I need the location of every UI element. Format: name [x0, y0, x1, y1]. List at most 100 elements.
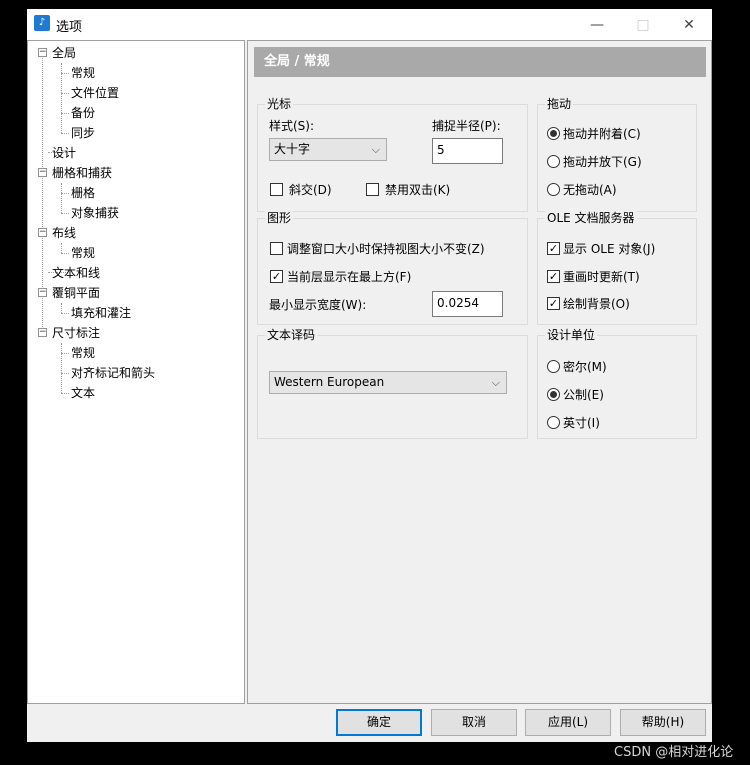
cursor-group: 光标 样式(S): 大十字 ⌵ 捕捉半径(P): 5 斜交(D) 禁用双击(K)	[257, 97, 528, 212]
collapse-icon[interactable]: −	[38, 228, 47, 237]
tree-connector	[61, 113, 69, 114]
unit-mils-radio[interactable]	[547, 360, 560, 373]
tree-connector	[61, 253, 69, 254]
check-icon: ✓	[548, 297, 559, 310]
tree-item-sync[interactable]: 同步	[71, 125, 95, 141]
collapse-icon[interactable]: −	[38, 168, 47, 177]
maximize-icon: □	[636, 16, 650, 33]
unit-inches-radio[interactable]	[547, 416, 560, 429]
no-drag-radio[interactable]	[547, 183, 560, 196]
tree-connector	[61, 183, 62, 213]
tree-item-dim-text[interactable]: 文本	[71, 385, 95, 401]
design-units-group-title: 设计单位	[545, 328, 598, 342]
tree-item-backup[interactable]: 备份	[71, 105, 95, 121]
tree-item-text-lines[interactable]: 文本和线	[52, 265, 100, 281]
ok-button[interactable]: 确定	[336, 709, 422, 736]
diagonal-checkbox[interactable]	[270, 183, 283, 196]
chevron-down-icon: ⌵	[371, 143, 380, 156]
collapse-icon[interactable]: −	[38, 328, 47, 337]
drag-drop-label[interactable]: 拖动并放下(G)	[563, 155, 642, 169]
ole-group-title: OLE 文档服务器	[545, 211, 637, 225]
tree-item-file-locations[interactable]: 文件位置	[71, 85, 119, 101]
minimize-icon: —	[590, 16, 604, 33]
text-encoding-value: Western European	[274, 375, 385, 389]
disable-double-click-checkbox[interactable]	[366, 183, 379, 196]
tree-connector	[61, 193, 69, 194]
maximize-button[interactable]: □	[620, 9, 666, 40]
keep-view-size-checkbox[interactable]	[270, 242, 283, 255]
options-dialog: ♪ 选项 — □ ✕ − − − − − 全局 常规 文件位置 备份 同步 设计…	[27, 9, 712, 742]
unit-mils-label[interactable]: 密尔(M)	[563, 360, 607, 374]
unit-metric-radio[interactable]	[547, 388, 560, 401]
update-on-redraw-checkbox[interactable]: ✓	[547, 270, 560, 283]
collapse-icon[interactable]: −	[38, 48, 47, 57]
collapse-icon[interactable]: −	[38, 288, 47, 297]
tree-connector	[61, 133, 69, 134]
current-layer-top-checkbox[interactable]: ✓	[270, 270, 283, 283]
check-icon: ✓	[271, 270, 282, 283]
tree-item-grid[interactable]: 栅格	[71, 185, 95, 201]
unit-inches-label[interactable]: 英寸(I)	[563, 416, 600, 430]
watermark-text: CSDN @相对进化论	[614, 745, 734, 760]
min-display-width-label: 最小显示宽度(W):	[269, 298, 367, 312]
app-icon: ♪	[34, 15, 50, 31]
tree-connector	[61, 373, 69, 374]
title-bar[interactable]: ♪ 选项 — □ ✕	[27, 9, 712, 40]
drag-group: 拖动 拖动并附着(C) 拖动并放下(G) 无拖动(A)	[537, 97, 697, 212]
tree-item-routing[interactable]: 布线	[52, 225, 76, 241]
draw-background-checkbox[interactable]: ✓	[547, 297, 560, 310]
tree-connector	[61, 73, 69, 74]
design-units-group: 设计单位 密尔(M) 公制(E) 英寸(I)	[537, 328, 697, 439]
min-display-width-input[interactable]: 0.0254	[432, 291, 503, 317]
cancel-button[interactable]: 取消	[431, 709, 517, 736]
tree-connector	[61, 353, 69, 354]
diagonal-label[interactable]: 斜交(D)	[289, 183, 332, 197]
tree-item-align-marks-arrows[interactable]: 对齐标记和箭头	[71, 365, 155, 381]
cursor-style-label: 样式(S):	[269, 119, 315, 133]
chevron-down-icon: ⌵	[491, 376, 500, 389]
cursor-style-select[interactable]: 大十字 ⌵	[269, 138, 387, 161]
drag-drop-radio[interactable]	[547, 155, 560, 168]
tree-item-copper-plane[interactable]: 覆铜平面	[52, 285, 100, 301]
category-tree[interactable]: − − − − − 全局 常规 文件位置 备份 同步 设计 栅格和捕获 栅格 对…	[27, 40, 245, 704]
minimize-button[interactable]: —	[574, 9, 620, 40]
graphics-group: 图形 调整窗口大小时保持视图大小不变(Z) ✓ 当前层显示在最上方(F) 最小显…	[257, 211, 528, 325]
tree-item-dim-general[interactable]: 常规	[71, 345, 95, 361]
ole-group: OLE 文档服务器 ✓ 显示 OLE 对象(J) ✓ 重画时更新(T) ✓ 绘制…	[537, 211, 697, 325]
tree-item-global-general[interactable]: 常规	[71, 65, 95, 81]
show-ole-object-checkbox[interactable]: ✓	[547, 242, 560, 255]
no-drag-label[interactable]: 无拖动(A)	[563, 183, 617, 197]
disable-double-click-label[interactable]: 禁用双击(K)	[385, 183, 450, 197]
text-encoding-select[interactable]: Western European ⌵	[269, 371, 507, 394]
update-on-redraw-label[interactable]: 重画时更新(T)	[563, 270, 640, 284]
current-layer-top-label[interactable]: 当前层显示在最上方(F)	[287, 270, 411, 284]
tree-item-fill-pour[interactable]: 填充和灌注	[71, 305, 131, 321]
graphics-group-title: 图形	[265, 211, 294, 225]
check-icon: ✓	[548, 242, 559, 255]
tree-connector	[61, 393, 69, 394]
close-button[interactable]: ✕	[666, 9, 712, 40]
tree-item-global[interactable]: 全局	[52, 45, 76, 61]
tree-item-grid-snap[interactable]: 栅格和捕获	[52, 165, 112, 181]
draw-background-label[interactable]: 绘制背景(O)	[563, 297, 630, 311]
unit-metric-label[interactable]: 公制(E)	[563, 388, 604, 402]
snap-radius-input[interactable]: 5	[432, 138, 503, 164]
tree-connector	[61, 343, 62, 393]
close-icon: ✕	[683, 16, 695, 33]
keep-view-size-label[interactable]: 调整窗口大小时保持视图大小不变(Z)	[287, 242, 485, 256]
tree-item-design[interactable]: 设计	[52, 145, 76, 161]
settings-panel: 全局 / 常规 光标 样式(S): 大十字 ⌵ 捕捉半径(P): 5 斜交(D)…	[247, 40, 712, 704]
apply-button[interactable]: 应用(L)	[525, 709, 611, 736]
drag-attach-radio[interactable]	[547, 127, 560, 140]
tree-connector	[61, 303, 62, 313]
tree-item-routing-general[interactable]: 常规	[71, 245, 95, 261]
cursor-group-title: 光标	[265, 97, 294, 111]
cursor-style-value: 大十字	[274, 142, 311, 156]
tree-connector	[61, 243, 62, 253]
show-ole-object-label[interactable]: 显示 OLE 对象(J)	[563, 242, 655, 256]
tree-item-object-snap[interactable]: 对象捕获	[71, 205, 119, 221]
tree-item-dimensioning[interactable]: 尺寸标注	[52, 325, 100, 341]
text-encoding-group: 文本译码 Western European ⌵	[257, 328, 528, 439]
drag-attach-label[interactable]: 拖动并附着(C)	[563, 127, 641, 141]
help-button[interactable]: 帮助(H)	[620, 709, 706, 736]
